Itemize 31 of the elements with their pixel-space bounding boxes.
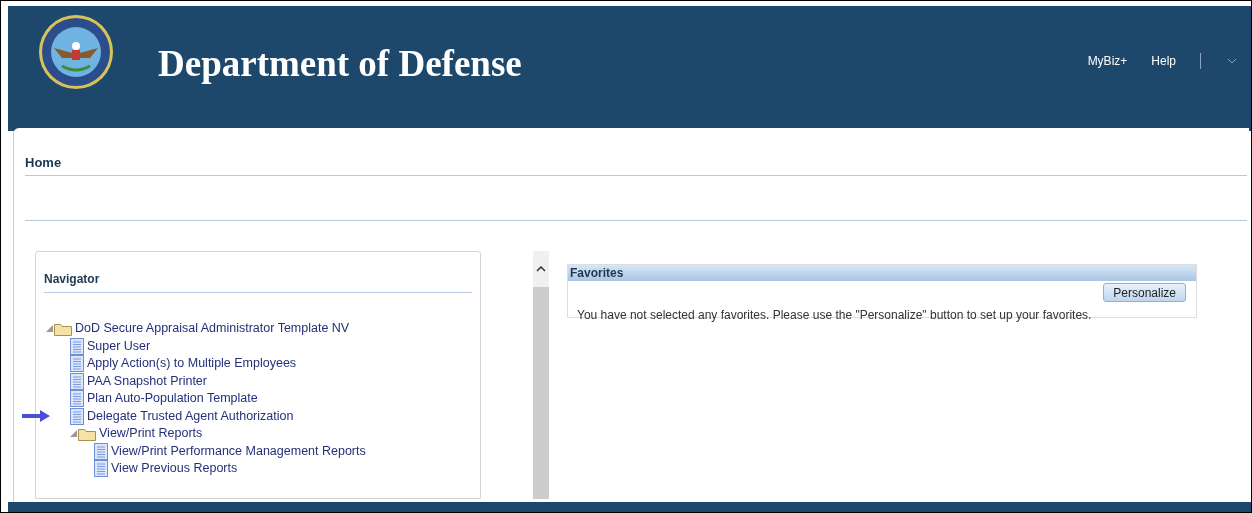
page-icon [94, 442, 108, 460]
header-link[interactable]: Help [1151, 52, 1176, 70]
page-icon [70, 372, 84, 390]
folder-icon [78, 426, 96, 441]
tree-link[interactable]: View/Print Reports [99, 424, 203, 444]
tree-link[interactable]: Delegate Trusted Agent Authorization [87, 406, 294, 426]
tree-link[interactable]: Apply Action(s) to Multiple Employees [87, 354, 297, 374]
page-icon [70, 390, 84, 408]
panel-title: Navigator [44, 272, 100, 286]
scrollbar[interactable] [533, 251, 549, 499]
tree-link[interactable]: Plan Auto-Population Template [87, 389, 258, 409]
tree-link[interactable]: View Previous Reports [111, 459, 238, 479]
tree-link[interactable]: View/Print Performance Management Reports [111, 441, 366, 461]
page-title: Home [25, 155, 62, 170]
chevron-up-icon[interactable] [536, 266, 546, 272]
personalize-button[interactable]: Personalize [1103, 283, 1186, 302]
page-icon [70, 337, 84, 355]
site-title: Department of Defense [158, 42, 522, 86]
favorites-message: You have not selected any favorites. Please use the "Personalize" button to set up your favorites. [577, 308, 1092, 322]
page-icon [70, 407, 84, 425]
tree-link[interactable]: Super User [87, 336, 151, 356]
chevron-down-icon[interactable] [1227, 58, 1237, 64]
tree-link[interactable]: DoD Secure Appraisal Administrator Template NV [75, 319, 350, 339]
page-icon [70, 355, 84, 373]
expand-triangle-icon[interactable] [46, 325, 53, 333]
folder-icon [54, 321, 72, 336]
header-link[interactable]: MyBiz+ [1087, 52, 1128, 70]
panel-title: Favorites [570, 265, 624, 282]
page-icon [94, 460, 108, 478]
expand-triangle-icon[interactable] [70, 430, 77, 438]
tree-link[interactable]: PAA Snapshot Printer [87, 371, 207, 391]
